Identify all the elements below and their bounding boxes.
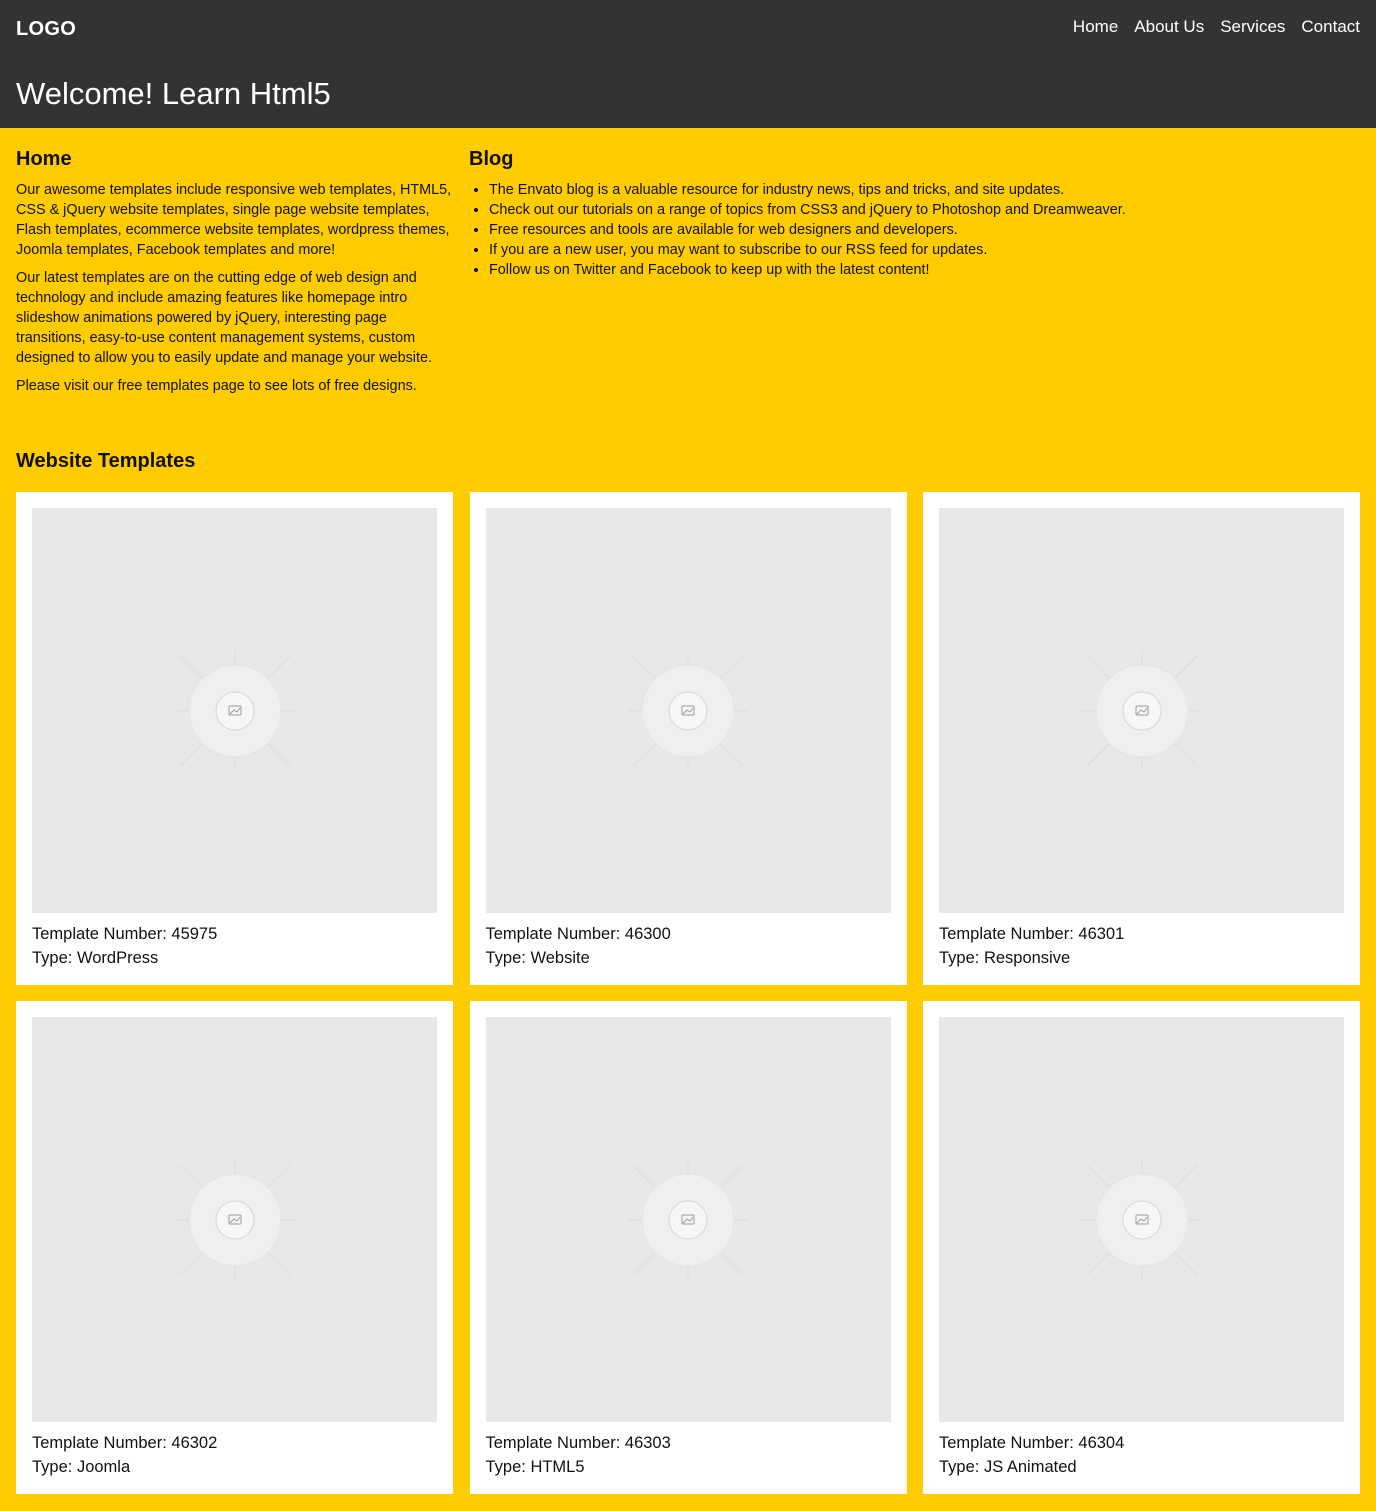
home-section: Home Our awesome templates include respo… [16, 148, 456, 404]
template-thumbnail[interactable] [939, 508, 1344, 913]
template-number: Template Number: 46302 [32, 1434, 218, 1452]
template-number: Template Number: 46304 [939, 1434, 1125, 1452]
template-card[interactable]: Template Number: 46303 Type: HTML5 [469, 1001, 907, 1494]
image-placeholder-icon [174, 1159, 295, 1280]
image-placeholder-icon [1081, 1159, 1202, 1280]
template-card[interactable]: Template Number: 46300 Type: Website [469, 492, 907, 985]
home-paragraph: Please visit our free templates page to … [16, 378, 417, 394]
nav-contact-link[interactable]: Contact [1301, 17, 1360, 37]
site-logo[interactable]: LOGO [16, 18, 76, 41]
home-heading: Home [16, 148, 72, 170]
image-placeholder-icon [174, 650, 295, 771]
blog-section: Blog The Envato blog is a valuable resou… [469, 148, 1349, 280]
site-header: LOGO Home About Us Services Contact Welc… [0, 0, 1376, 128]
templates-grid: Template Number: 45975 Type: WordPress T… [16, 492, 1360, 1494]
template-card[interactable]: Template Number: 46304 Type: JS Animated [923, 1001, 1360, 1494]
template-number: Template Number: 46301 [939, 925, 1125, 943]
blog-heading: Blog [469, 148, 514, 170]
home-paragraph: Our latest templates are on the cutting … [16, 270, 433, 366]
blog-list-item: Free resources and tools are available f… [489, 220, 1349, 240]
nav-services-link[interactable]: Services [1220, 17, 1285, 37]
main-nav: Home About Us Services Contact [1073, 17, 1360, 37]
template-type: Type: Website [485, 949, 590, 967]
blog-list-item: If you are a new user, you may want to s… [489, 240, 1349, 260]
image-placeholder-icon [628, 650, 748, 771]
template-number: Template Number: 45975 [32, 925, 218, 943]
template-thumbnail[interactable] [485, 1017, 891, 1422]
image-placeholder-icon [1081, 650, 1202, 771]
template-number: Template Number: 46303 [485, 1434, 671, 1452]
blog-list: The Envato blog is a valuable resource f… [469, 180, 1349, 280]
template-type: Type: HTML5 [485, 1458, 585, 1476]
template-thumbnail[interactable] [939, 1017, 1344, 1422]
template-type: Type: WordPress [32, 949, 159, 967]
template-thumbnail[interactable] [32, 508, 437, 913]
template-thumbnail[interactable] [32, 1017, 437, 1422]
template-number: Template Number: 46300 [485, 925, 671, 943]
blog-list-item: Check out our tutorials on a range of to… [489, 200, 1349, 220]
template-thumbnail[interactable] [485, 508, 891, 913]
blog-list-item: The Envato blog is a valuable resource f… [489, 180, 1349, 200]
template-type: Type: Joomla [32, 1458, 131, 1476]
template-card[interactable]: Template Number: 45975 Type: WordPress [16, 492, 453, 985]
image-placeholder-icon [628, 1159, 748, 1280]
template-type: Type: JS Animated [939, 1458, 1077, 1476]
template-card[interactable]: Template Number: 46301 Type: Responsive [923, 492, 1360, 985]
home-paragraph: Our awesome templates include responsive… [16, 182, 452, 258]
blog-list-item: Follow us on Twitter and Facebook to kee… [489, 260, 1349, 280]
templates-heading: Website Templates [16, 450, 196, 472]
template-type: Type: Responsive [939, 949, 1071, 967]
welcome-heading: Welcome! Learn Html5 [16, 76, 331, 111]
nav-home-link[interactable]: Home [1073, 17, 1118, 37]
nav-about-link[interactable]: About Us [1134, 17, 1204, 37]
template-card[interactable]: Template Number: 46302 Type: Joomla [16, 1001, 453, 1494]
